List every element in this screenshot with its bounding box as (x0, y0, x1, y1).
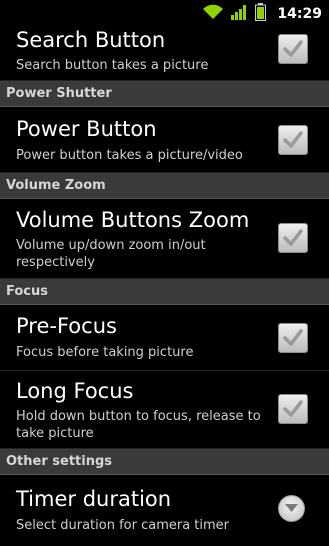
settings-list: Search Button Search button takes a pict… (0, 26, 329, 546)
status-bar: 14:29 (0, 0, 329, 26)
pref-pre-focus[interactable]: Pre-Focus Focus before taking picture (0, 305, 329, 371)
pre-focus-checkbox[interactable] (278, 323, 308, 353)
status-icons: 14:29 (203, 3, 322, 25)
pref-volume-zoom[interactable]: Volume Buttons Zoom Volume up/down zoom … (0, 199, 329, 279)
pref-summary: Power button takes a picture/video (16, 148, 243, 163)
battery-icon (255, 3, 267, 25)
pref-summary: Search button takes a picture (16, 58, 209, 73)
pref-search-button[interactable]: Search Button Search button takes a pict… (0, 26, 329, 81)
category-power-shutter: Power Shutter (0, 81, 329, 107)
category-volume-zoom: Volume Zoom (0, 173, 329, 199)
pref-title: Volume Buttons Zoom (16, 208, 250, 232)
pref-summary: Hold down button to focus, release to ta… (16, 409, 261, 441)
long-focus-checkbox[interactable] (278, 394, 308, 424)
pref-title: Pre-Focus (16, 314, 117, 338)
pref-summary: Volume up/down zoom in/out respectively (16, 238, 206, 270)
pref-title: Power Button (16, 117, 157, 141)
volume-zoom-checkbox[interactable] (278, 223, 308, 253)
pref-summary: Focus before taking picture (16, 345, 194, 360)
pref-timer-duration[interactable]: Timer duration Select duration for camer… (0, 475, 329, 545)
pref-summary: Select duration for camera timer (16, 518, 230, 533)
pref-long-focus[interactable]: Long Focus Hold down button to focus, re… (0, 371, 329, 449)
pref-title: Timer duration (16, 487, 172, 511)
chevron-down-icon (285, 504, 298, 512)
category-focus: Focus (0, 279, 329, 305)
pref-title: Search Button (16, 28, 166, 52)
category-other-settings: Other settings (0, 449, 329, 475)
wifi-icon (203, 4, 224, 24)
timer-dropdown-button[interactable] (278, 495, 305, 522)
pref-power-button[interactable]: Power Button Power button takes a pictur… (0, 107, 329, 173)
pref-title: Long Focus (16, 379, 134, 403)
search-button-checkbox[interactable] (278, 34, 308, 64)
status-time: 14:29 (277, 6, 322, 22)
signal-icon (230, 4, 248, 24)
power-button-checkbox[interactable] (278, 125, 308, 155)
